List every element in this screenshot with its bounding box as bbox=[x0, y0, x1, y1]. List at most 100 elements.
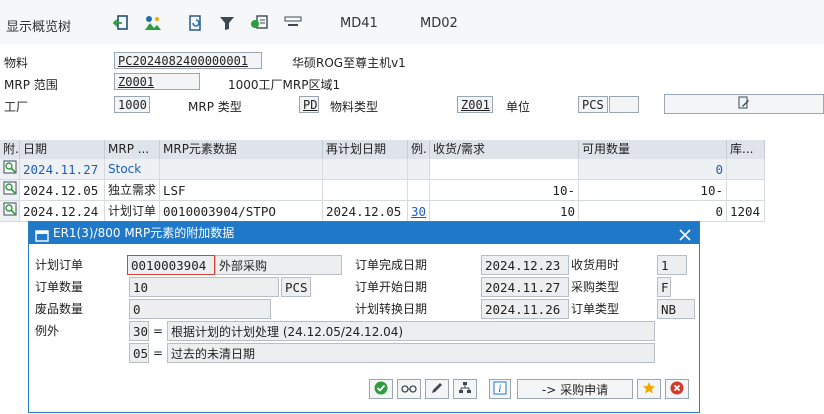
unit-field[interactable]: PCS bbox=[578, 96, 608, 113]
table-row-detail-icon[interactable] bbox=[0, 180, 20, 201]
exception-equals-1: = bbox=[153, 324, 164, 338]
layout-icon[interactable] bbox=[282, 12, 304, 34]
dialog-title: ER1(3)/800 MRP元素的附加数据 bbox=[53, 226, 235, 240]
scrap-qty-label: 废品数量 bbox=[35, 302, 84, 316]
exception-text-1: 根据计划的计划处理 (24.12.05/24.12.04) bbox=[167, 321, 655, 341]
back-icon[interactable] bbox=[110, 12, 132, 34]
display-button[interactable] bbox=[397, 379, 421, 399]
material-type-label: 物料类型 bbox=[330, 100, 379, 114]
additional-data-dialog: ER1(3)/800 MRP元素的附加数据 计划订单 0010003904 外部… bbox=[28, 221, 700, 413]
mrp-type-label: MRP 类型 bbox=[188, 100, 242, 114]
filter-icon[interactable] bbox=[216, 12, 238, 34]
md41-button[interactable]: MD41 bbox=[340, 16, 378, 31]
detail-button[interactable] bbox=[664, 94, 824, 114]
table-row-detail-icon[interactable] bbox=[0, 201, 20, 222]
pencil-icon bbox=[430, 381, 444, 398]
table-cell-mrp-data[interactable] bbox=[160, 159, 323, 180]
mrp-area-field[interactable]: Z0001 bbox=[114, 73, 200, 90]
table-cell-storage[interactable]: 1204 bbox=[727, 201, 765, 222]
screen-title: 显示概览树 bbox=[6, 20, 72, 35]
table-cell-mrp-data[interactable]: LSF bbox=[160, 180, 323, 201]
toolbar: 显示概览树 MD41 MD02 bbox=[0, 0, 824, 44]
table-cell-storage[interactable] bbox=[727, 159, 765, 180]
refresh-icon[interactable] bbox=[184, 12, 206, 34]
favorite-button[interactable] bbox=[637, 379, 661, 399]
close-icon[interactable] bbox=[679, 226, 691, 248]
order-type-field[interactable]: NB bbox=[657, 299, 695, 319]
mrp-area-description: 1000工厂MRP区域1 bbox=[228, 78, 341, 92]
cancel-button[interactable] bbox=[665, 379, 689, 399]
table-cell-date[interactable]: 2024.12.05 bbox=[20, 180, 105, 201]
material-description: 华硕ROG至尊主机v1 bbox=[292, 56, 406, 70]
mrp-type-field[interactable]: PD bbox=[299, 96, 319, 113]
table-cell-exception[interactable] bbox=[408, 180, 430, 201]
table-cell-date[interactable]: 2024.12.24 bbox=[20, 201, 105, 222]
tree-icon[interactable] bbox=[142, 12, 164, 34]
info-icon: i bbox=[493, 381, 507, 398]
plant-label: 工厂 bbox=[4, 100, 29, 114]
svg-text:i: i bbox=[498, 384, 501, 395]
exception-code-2[interactable]: 05 bbox=[129, 343, 149, 363]
procurement-type-label: 采购类型 bbox=[571, 280, 620, 294]
conversion-date-field[interactable]: 2024.11.26 bbox=[481, 299, 569, 319]
procurement-description: 外部采购 bbox=[215, 255, 342, 275]
glasses-icon bbox=[401, 382, 417, 396]
order-qty-unit: PCS bbox=[281, 277, 311, 297]
col-header-reschedule[interactable]: 再计划日期 bbox=[323, 140, 408, 159]
scrap-qty-field[interactable]: 0 bbox=[129, 299, 271, 319]
confirm-button[interactable] bbox=[369, 379, 393, 399]
table-cell-mrp-data[interactable]: 0010003904/STPO bbox=[160, 201, 323, 222]
exception-code-1[interactable]: 30 bbox=[129, 321, 149, 341]
start-date-field[interactable]: 2024.11.27 bbox=[481, 277, 569, 297]
table-cell-available[interactable]: 0 bbox=[579, 159, 727, 180]
planned-order-label: 计划订单 bbox=[35, 258, 84, 272]
col-header-attachment[interactable]: 附. bbox=[0, 140, 20, 159]
material-label: 物料 bbox=[4, 56, 29, 70]
order-qty-field[interactable]: 10 bbox=[129, 277, 279, 297]
md02-button[interactable]: MD02 bbox=[420, 16, 458, 31]
hierarchy-button[interactable] bbox=[453, 379, 477, 399]
table-cell-receipt-req[interactable]: 10 bbox=[430, 201, 579, 222]
cancel-icon bbox=[670, 381, 684, 398]
hierarchy-icon bbox=[458, 381, 472, 398]
star-icon bbox=[642, 381, 656, 398]
col-header-receipt-req[interactable]: 收货/需求 bbox=[430, 140, 579, 159]
table-row-detail-icon[interactable] bbox=[0, 159, 20, 180]
table-cell-mrp-element[interactable]: Stock bbox=[105, 159, 160, 180]
table-cell-receipt-req[interactable]: 10- bbox=[430, 180, 579, 201]
table-cell-date[interactable]: 2024.11.27 bbox=[20, 159, 105, 180]
col-header-available[interactable]: 可用数量 bbox=[579, 140, 727, 159]
table-cell-available[interactable]: 10- bbox=[579, 180, 727, 201]
window-icon bbox=[35, 227, 49, 249]
table-cell-mrp-element[interactable]: 独立需求 bbox=[105, 180, 160, 201]
table-cell-mrp-element[interactable]: 计划订单 bbox=[105, 201, 160, 222]
col-header-exception[interactable]: 例. bbox=[408, 140, 430, 159]
procurement-type-field[interactable]: F bbox=[657, 277, 671, 297]
col-header-mrp-element[interactable]: MRP ... bbox=[105, 140, 160, 159]
table-cell-reschedule[interactable] bbox=[323, 159, 408, 180]
col-header-mrp-data[interactable]: MRP元素数据 bbox=[160, 140, 323, 159]
gr-time-field[interactable]: 1 bbox=[657, 255, 687, 275]
planned-order-field[interactable]: 0010003904 bbox=[127, 255, 215, 275]
table-cell-available[interactable]: 0 bbox=[579, 201, 727, 222]
edit-button[interactable] bbox=[425, 379, 449, 399]
table-cell-reschedule[interactable] bbox=[323, 180, 408, 201]
material-field[interactable]: PC2024082400000001 bbox=[114, 52, 262, 69]
settings-icon[interactable] bbox=[248, 12, 270, 34]
table-cell-exception[interactable]: 30 bbox=[408, 201, 430, 222]
material-type-field[interactable]: Z001 bbox=[457, 96, 493, 113]
plant-field[interactable]: 1000 bbox=[114, 96, 150, 113]
conversion-date-label: 计划转换日期 bbox=[355, 302, 428, 316]
unit-label: 单位 bbox=[506, 100, 531, 114]
finish-date-field[interactable]: 2024.12.23 bbox=[481, 255, 569, 275]
order-qty-label: 订单数量 bbox=[35, 280, 84, 294]
table-cell-storage[interactable] bbox=[727, 180, 765, 201]
table-cell-exception[interactable] bbox=[408, 159, 430, 180]
table-cell-receipt-req[interactable] bbox=[430, 159, 579, 180]
purchase-requisition-button[interactable]: -> 采购申请 bbox=[517, 379, 633, 399]
info-button[interactable]: i bbox=[489, 379, 511, 399]
col-header-date[interactable]: 日期 bbox=[20, 140, 105, 159]
table-cell-reschedule[interactable]: 2024.12.05 bbox=[323, 201, 408, 222]
gr-time-label: 收货用时 bbox=[571, 258, 620, 272]
col-header-storage[interactable]: 库... bbox=[727, 140, 765, 159]
